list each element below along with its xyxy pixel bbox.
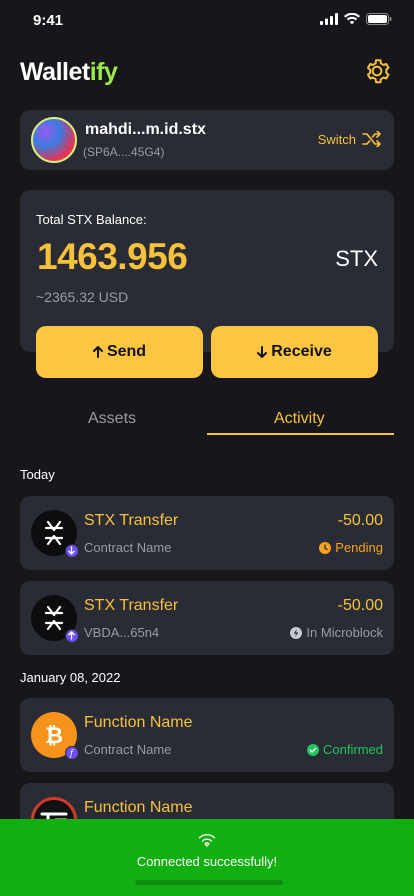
tx-status: In Microblock bbox=[290, 625, 383, 640]
balance-label: Total STX Balance: bbox=[36, 212, 147, 227]
tx-amount: -50.00 bbox=[337, 512, 383, 529]
lightning-icon bbox=[290, 626, 303, 639]
svg-text:₿: ₿ bbox=[45, 724, 63, 749]
check-circle-icon bbox=[307, 743, 320, 756]
incoming-badge-icon bbox=[65, 544, 79, 558]
receive-button[interactable]: Receive bbox=[211, 326, 378, 378]
arrow-down-icon bbox=[257, 346, 268, 358]
wifi-icon bbox=[344, 13, 360, 25]
tx-title: STX Transfer bbox=[84, 512, 179, 529]
section-header-today: Today bbox=[20, 467, 55, 482]
transaction-item[interactable]: ₿ f Function Name Contract Name Confirme… bbox=[20, 698, 394, 772]
balance-usd: ~2365.32 USD bbox=[36, 289, 129, 305]
wifi-icon bbox=[198, 834, 216, 847]
balance-currency: STX bbox=[335, 246, 378, 271]
tx-title: STX Transfer bbox=[84, 597, 179, 614]
send-button[interactable]: Send bbox=[36, 326, 203, 378]
tx-subtitle: VBDA...65n4 bbox=[84, 625, 160, 640]
function-badge-icon: f bbox=[65, 746, 79, 760]
app-logo: Walletify bbox=[20, 58, 118, 86]
transaction-item[interactable]: STX Transfer Contract Name -50.00 Pendin… bbox=[20, 496, 394, 570]
app-header: Walletify bbox=[20, 56, 392, 90]
tx-title: Function Name bbox=[84, 799, 193, 816]
tx-title: Function Name bbox=[84, 714, 193, 731]
tab-bar: Assets Activity bbox=[20, 400, 394, 436]
outgoing-badge-icon bbox=[65, 629, 79, 643]
balance-value: 1463.956 bbox=[37, 236, 188, 277]
send-label: Send bbox=[106, 343, 147, 360]
account-avatar bbox=[31, 117, 77, 163]
status-time: 9:41 bbox=[33, 12, 64, 29]
tab-activity[interactable]: Activity bbox=[274, 410, 325, 428]
switch-label: Switch bbox=[317, 131, 356, 147]
section-header-date: January 08, 2022 bbox=[20, 670, 121, 685]
account-name: mahdi...m.id.stx bbox=[85, 121, 206, 138]
shuffle-icon bbox=[362, 131, 381, 147]
svg-text:f: f bbox=[69, 749, 75, 758]
status-icons bbox=[320, 13, 392, 25]
transaction-item[interactable]: STX Transfer VBDA...65n4 -50.00 In Micro… bbox=[20, 581, 394, 655]
clock-icon bbox=[319, 541, 332, 554]
account-card[interactable]: mahdi...m.id.stx (SP6A....45G4) Switch bbox=[20, 110, 394, 170]
tx-subtitle: Contract Name bbox=[84, 742, 172, 757]
active-tab-indicator bbox=[207, 433, 394, 435]
tx-subtitle: Contract Name bbox=[84, 540, 172, 555]
account-address: (SP6A....45G4) bbox=[83, 145, 165, 159]
arrow-up-icon bbox=[92, 346, 103, 358]
toast-message: Connected successfully! bbox=[136, 854, 278, 869]
settings-gear-icon[interactable] bbox=[362, 56, 392, 86]
tx-amount: -50.00 bbox=[337, 597, 383, 614]
receive-label: Receive bbox=[271, 343, 332, 360]
status-bar: 9:41 bbox=[0, 0, 414, 40]
cellular-signal-icon bbox=[320, 13, 338, 25]
tx-status: Pending bbox=[319, 540, 383, 555]
tx-status: Confirmed bbox=[307, 742, 383, 757]
switch-account-button[interactable]: Switch bbox=[318, 131, 382, 147]
home-indicator bbox=[135, 880, 283, 885]
battery-icon bbox=[366, 13, 392, 25]
tab-assets[interactable]: Assets bbox=[88, 410, 136, 428]
